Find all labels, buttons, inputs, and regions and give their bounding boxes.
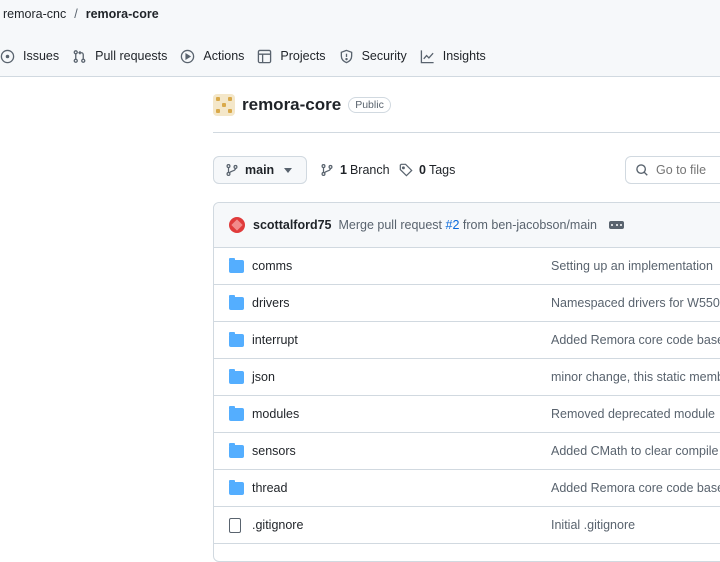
- file-row[interactable]: thread Added Remora core code base: [214, 470, 720, 507]
- file-commit-message[interactable]: minor change, this static memb: [551, 370, 720, 384]
- file-name[interactable]: modules: [252, 407, 299, 421]
- go-to-file-input[interactable]: [656, 163, 720, 177]
- tab-insights[interactable]: Insights: [418, 45, 497, 67]
- commit-message-suffix: from ben-jacobson/main: [462, 218, 598, 232]
- file-commit-message[interactable]: Added Remora core code base: [551, 481, 720, 495]
- go-to-file-box[interactable]: [625, 156, 720, 184]
- tab-label: Security: [361, 49, 407, 63]
- shield-icon: [340, 49, 352, 63]
- file-name[interactable]: .gitignore: [252, 518, 303, 532]
- file-row[interactable]: .gitignore Initial .gitignore: [214, 507, 720, 544]
- file-row[interactable]: json minor change, this static memb: [214, 359, 720, 396]
- tab-label: Actions: [203, 49, 245, 63]
- table-icon: [258, 49, 272, 63]
- branch-name: main: [245, 163, 275, 177]
- file-row[interactable]: sensors Added CMath to clear compile: [214, 433, 720, 470]
- folder-icon: [229, 369, 244, 384]
- commit-message: Merge pull request #2 from ben-jacobson/…: [339, 218, 598, 232]
- git-branch-icon: [226, 164, 238, 176]
- file-commit-message[interactable]: Namespaced drivers for W5500: [551, 296, 720, 310]
- tab-pull-requests[interactable]: Pull requests: [70, 45, 178, 67]
- tab-security[interactable]: Security: [337, 45, 418, 67]
- branch-label: Branch: [349, 163, 390, 177]
- file-icon: [229, 518, 241, 533]
- latest-commit-row: scottalford75 Merge pull request #2 from…: [214, 203, 720, 248]
- repo-name[interactable]: remora-core: [242, 95, 341, 115]
- file-list: scottalford75 Merge pull request #2 from…: [213, 202, 720, 562]
- folder-icon: [229, 258, 244, 273]
- file-toolbar: main 1 Branch 0 Tags: [213, 156, 720, 184]
- file-name[interactable]: interrupt: [252, 333, 298, 347]
- commit-author[interactable]: scottalford75: [253, 218, 332, 232]
- ellipsis-icon[interactable]: [609, 221, 625, 229]
- repo-owner-avatar[interactable]: [213, 94, 235, 116]
- graph-icon: [420, 49, 434, 63]
- file-commit-message[interactable]: Initial .gitignore: [551, 518, 635, 532]
- tab-label: Issues: [23, 49, 60, 63]
- folder-icon: [229, 406, 244, 421]
- file-name[interactable]: comms: [252, 259, 292, 273]
- commit-author-avatar[interactable]: [229, 217, 245, 233]
- breadcrumb-owner-link[interactable]: remora-cnc: [3, 7, 66, 21]
- tab-label: Pull requests: [95, 49, 168, 63]
- folder-icon: [229, 480, 244, 495]
- file-commit-message[interactable]: Added Remora core code base: [551, 333, 720, 347]
- branches-link[interactable]: 1 Branch: [320, 156, 390, 184]
- repo-header: remora-cnc / remora-core Issues Pull req…: [0, 0, 720, 77]
- tab-projects[interactable]: Projects: [255, 45, 336, 67]
- breadcrumb-repo-link[interactable]: remora-core: [86, 7, 159, 21]
- file-name[interactable]: drivers: [252, 296, 290, 310]
- file-row[interactable]: drivers Namespaced drivers for W5500: [214, 285, 720, 322]
- tab-label: Projects: [280, 49, 326, 63]
- file-row[interactable]: interrupt Added Remora core code base: [214, 322, 720, 359]
- file-name[interactable]: json: [252, 370, 275, 384]
- breadcrumb: remora-cnc / remora-core: [3, 5, 159, 23]
- file-commit-message[interactable]: Setting up an implementation: [551, 259, 713, 273]
- file-commit-message[interactable]: Removed deprecated module: [551, 407, 715, 421]
- play-icon: [181, 49, 195, 63]
- file-row[interactable]: comms Setting up an implementation: [214, 248, 720, 285]
- visibility-badge: Public: [348, 97, 391, 113]
- file-name[interactable]: sensors: [252, 444, 296, 458]
- tab-label: Insights: [442, 49, 486, 63]
- issue-opened-icon: [0, 49, 15, 63]
- tag-label: Tags: [428, 163, 456, 177]
- commit-pr-link[interactable]: #2: [446, 218, 460, 232]
- file-commit-message[interactable]: Added CMath to clear compile: [551, 444, 718, 458]
- file-row[interactable]: modules Removed deprecated module: [214, 396, 720, 433]
- branch-count: 1: [340, 163, 347, 177]
- folder-icon: [229, 295, 244, 310]
- tab-actions[interactable]: Actions: [178, 45, 255, 67]
- repo-title-row: remora-core Public: [213, 94, 391, 116]
- breadcrumb-separator: /: [74, 7, 78, 21]
- commit-message-prefix: Merge pull request: [338, 218, 443, 232]
- header-divider: [213, 132, 720, 133]
- tags-link[interactable]: 0 Tags: [399, 156, 455, 184]
- folder-icon: [229, 443, 244, 458]
- pull-request-icon: [73, 49, 86, 63]
- tag-count: 0: [419, 163, 426, 177]
- tag-icon: [399, 163, 413, 177]
- chevron-down-icon: [284, 167, 293, 173]
- file-name[interactable]: thread: [252, 481, 287, 495]
- repo-nav-tabs: Issues Pull requests Actions Projects Se…: [0, 45, 497, 67]
- git-branch-icon: [321, 164, 333, 176]
- tab-issues[interactable]: Issues: [0, 45, 70, 67]
- search-icon: [636, 164, 648, 176]
- folder-icon: [229, 332, 244, 347]
- branch-selector-button[interactable]: main: [213, 156, 307, 184]
